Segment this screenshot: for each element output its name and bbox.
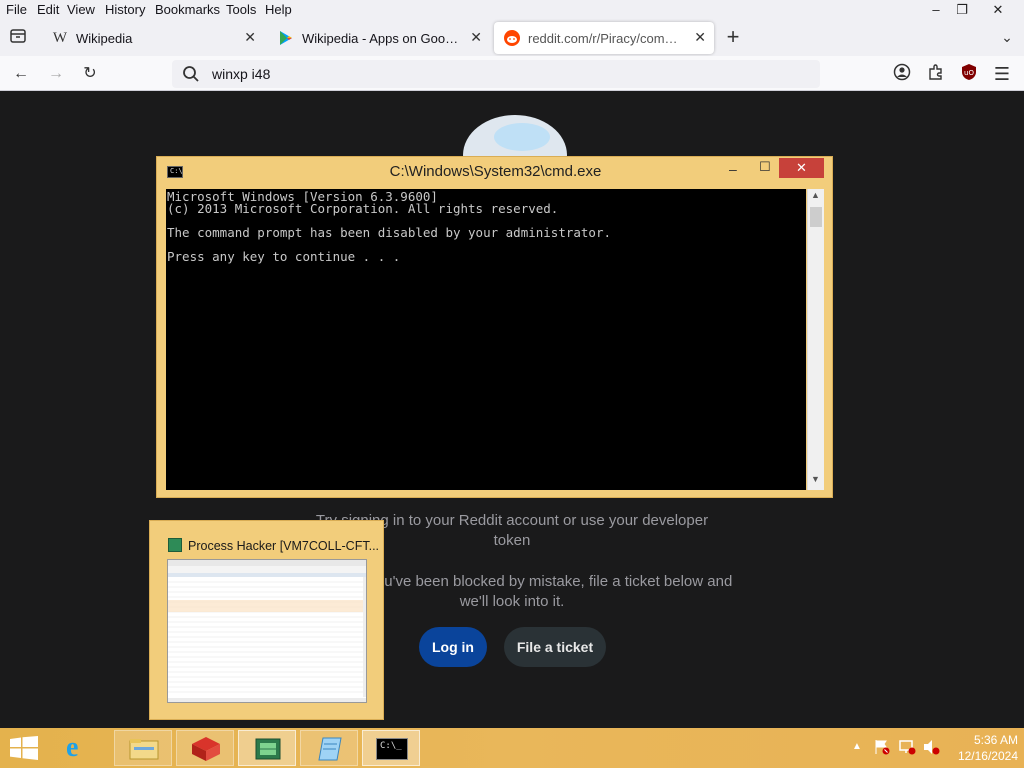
taskbar-thumbnail-preview[interactable]: Process Hacker [VM7COLL-CFT... xyxy=(149,520,384,720)
action-center-flag-icon[interactable] xyxy=(874,739,890,760)
menu-bookmarks[interactable]: Bookmarks xyxy=(155,2,220,17)
extensions-icon[interactable] xyxy=(925,63,947,85)
menu-help[interactable]: Help xyxy=(265,2,292,17)
address-bar[interactable]: winxp i48 xyxy=(172,60,820,88)
internet-explorer-icon: e xyxy=(66,732,79,763)
process-hacker-icon xyxy=(168,538,182,552)
system-clock[interactable]: 5:36 AM 12/16/2024 xyxy=(944,732,1018,764)
tab-wikipedia[interactable]: W Wikipedia ✕ xyxy=(42,22,264,54)
tab-reddit[interactable]: reddit.com/r/Piracy/comments ✕ xyxy=(494,22,714,54)
tab-title: reddit.com/r/Piracy/comments xyxy=(528,31,684,46)
clock-date: 12/16/2024 xyxy=(957,749,1018,763)
svg-text:uO: uO xyxy=(964,69,974,77)
search-icon xyxy=(182,65,200,88)
tab-list-icon[interactable] xyxy=(7,27,29,49)
ublock-origin-icon[interactable]: uO xyxy=(958,63,980,85)
cmd-close-button[interactable]: ✕ xyxy=(779,158,824,178)
scroll-thumb[interactable] xyxy=(810,207,822,227)
tab-title: Wikipedia - Apps on Google Play xyxy=(302,31,460,46)
process-hacker-icon xyxy=(253,736,283,767)
new-tab-icon[interactable]: + xyxy=(722,26,744,48)
console-line: The command prompt has been disabled by … xyxy=(167,225,612,240)
speaker-muted-icon[interactable] xyxy=(922,739,940,760)
close-window-button[interactable]: ✕ xyxy=(981,0,1015,20)
taskbar-notepad[interactable] xyxy=(300,730,358,766)
menu-file[interactable]: File xyxy=(6,2,27,17)
address-input[interactable]: winxp i48 xyxy=(212,66,270,82)
red-box-icon xyxy=(191,736,221,767)
tab-bar: W Wikipedia ✕ Wikipedia - Apps on Google… xyxy=(0,20,1024,56)
tab-google-play[interactable]: Wikipedia - Apps on Google Play ✕ xyxy=(268,22,490,54)
taskbar-cmd[interactable]: C:\_ xyxy=(362,730,420,766)
close-tab-icon[interactable]: ✕ xyxy=(470,29,482,46)
cmd-icon: C:\_ xyxy=(376,738,408,760)
cmd-minimize-button[interactable]: – xyxy=(729,161,737,177)
windows-taskbar: e C:\_ ▲ 5:36 AM 12/16/2024 xyxy=(0,728,1024,768)
start-button-icon[interactable] xyxy=(10,736,38,765)
console-output[interactable]: Microsoft Windows [Version 6.3.9600] (c)… xyxy=(166,189,806,490)
taskbar-internet-explorer[interactable]: e xyxy=(54,730,112,766)
close-tab-icon[interactable]: ✕ xyxy=(244,29,256,46)
reddit-icon xyxy=(504,30,520,46)
network-icon[interactable] xyxy=(898,739,916,760)
login-button[interactable]: Log in xyxy=(419,627,487,667)
tab-title: Wikipedia xyxy=(76,31,133,46)
scroll-down-icon[interactable]: ▼ xyxy=(811,474,820,484)
thumbnail-title: Process Hacker [VM7COLL-CFT... xyxy=(188,539,380,553)
back-icon[interactable]: ← xyxy=(10,63,32,85)
reload-icon[interactable]: ↻ xyxy=(79,63,101,85)
menu-bar: File Edit View History Bookmarks Tools H… xyxy=(0,0,1024,20)
navigation-bar: ← → ↻ winxp i48 uO ☰ xyxy=(0,56,1024,91)
show-hidden-icons-icon[interactable]: ▲ xyxy=(852,741,862,752)
taskbar-process-hacker[interactable] xyxy=(238,730,296,766)
folder-icon xyxy=(129,737,159,766)
taskbar-gift-app[interactable] xyxy=(176,730,234,766)
menu-tools[interactable]: Tools xyxy=(226,2,256,17)
notepad-icon xyxy=(317,736,343,767)
cmd-maximize-button[interactable]: ☐ xyxy=(759,159,771,175)
file-ticket-button[interactable]: File a ticket xyxy=(504,627,606,667)
menu-history[interactable]: History xyxy=(105,2,145,17)
clock-time: 5:36 AM xyxy=(973,733,1018,747)
process-hacker-window-preview[interactable] xyxy=(167,559,367,703)
console-line: (c) 2013 Microsoft Corporation. All righ… xyxy=(167,201,559,216)
google-play-icon xyxy=(278,30,294,46)
hamburger-menu-icon[interactable]: ☰ xyxy=(991,63,1013,85)
chevron-down-icon[interactable]: ⌄ xyxy=(996,26,1018,48)
console-line: Press any key to continue . . . xyxy=(167,249,401,264)
scroll-up-icon[interactable]: ▲ xyxy=(811,190,820,200)
forward-icon[interactable]: → xyxy=(45,63,67,85)
menu-view[interactable]: View xyxy=(67,2,95,17)
menu-edit[interactable]: Edit xyxy=(37,2,59,17)
taskbar-file-explorer[interactable] xyxy=(114,730,172,766)
cmd-scrollbar[interactable]: ▲ ▼ xyxy=(807,189,824,490)
account-icon[interactable] xyxy=(891,63,913,85)
close-tab-icon[interactable]: ✕ xyxy=(694,29,706,46)
restore-button[interactable]: ❐ xyxy=(945,0,979,20)
wikipedia-icon: W xyxy=(52,30,68,46)
cmd-window[interactable]: C:\ C:\Windows\System32\cmd.exe – ☐ ✕ Mi… xyxy=(156,156,833,498)
